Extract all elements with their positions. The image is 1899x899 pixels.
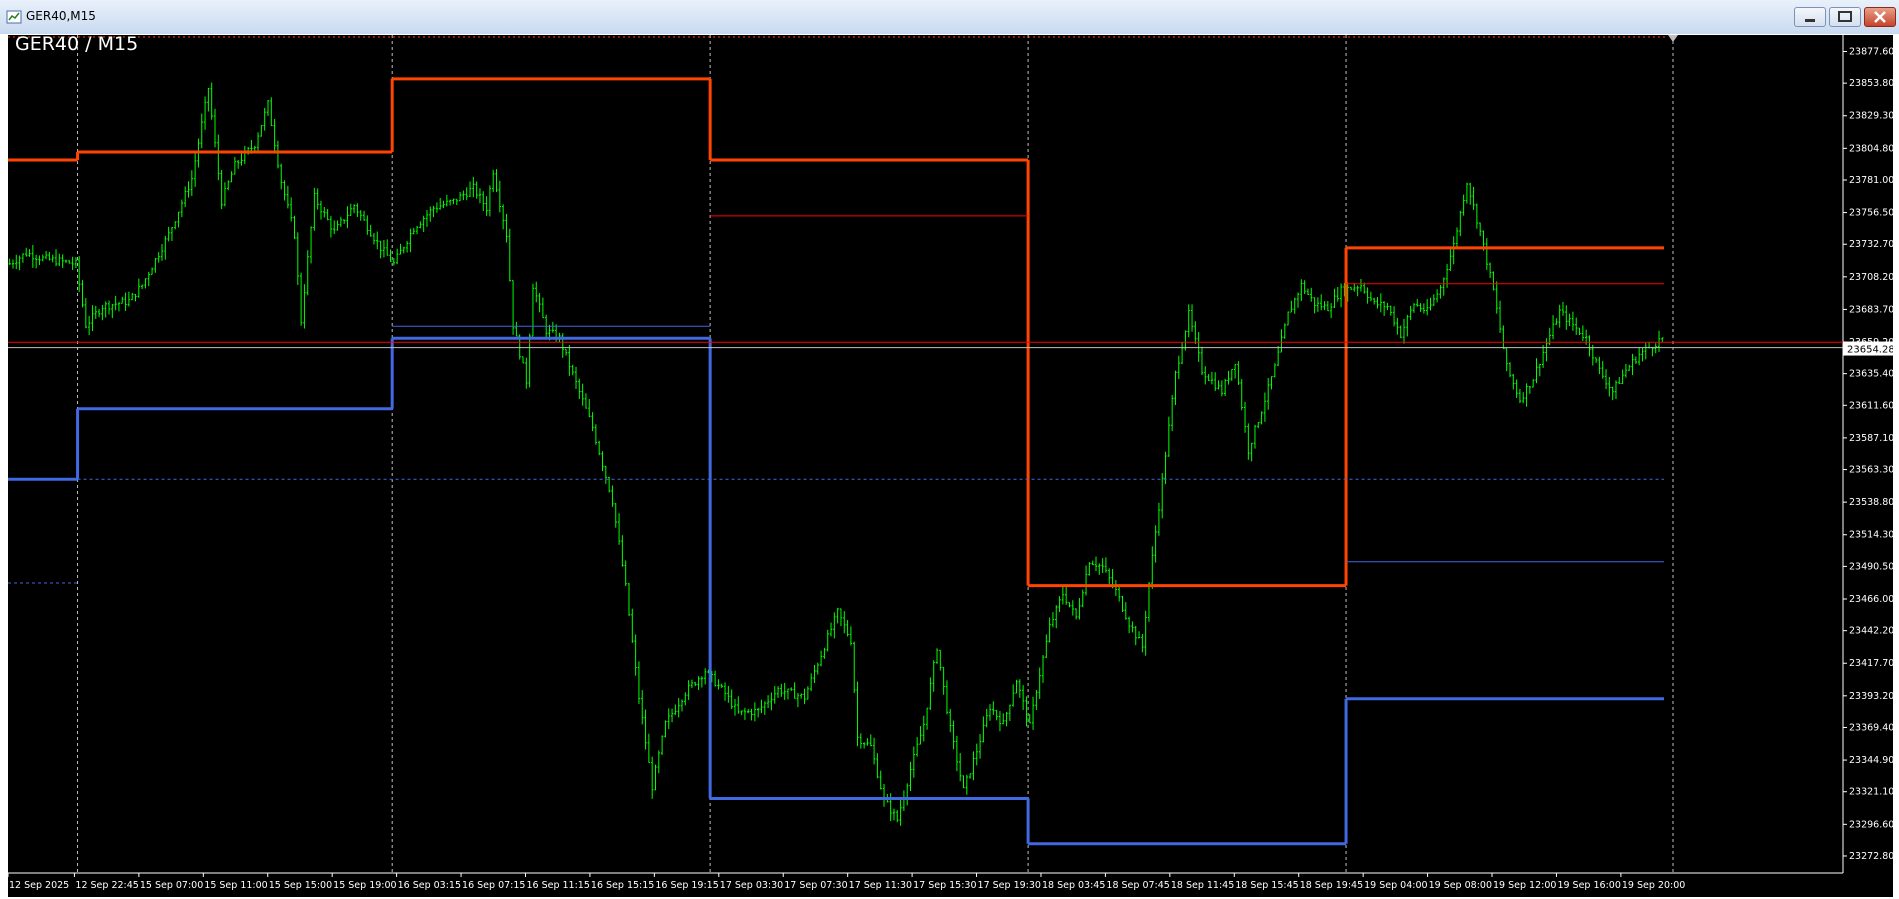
time-tick-label: 18 Sep 07:45 xyxy=(1106,880,1169,891)
price-tick-label: 23417.70 xyxy=(1849,658,1893,669)
time-tick-label: 17 Sep 03:30 xyxy=(720,880,783,891)
price-tick-label: 23877.60 xyxy=(1849,46,1893,57)
time-tick-label: 18 Sep 15:45 xyxy=(1235,880,1298,891)
maximize-button[interactable] xyxy=(1829,7,1861,27)
price-tick-label: 23587.10 xyxy=(1849,433,1893,444)
time-tick-label: 19 Sep 08:00 xyxy=(1429,880,1492,891)
price-tick-label: 23804.80 xyxy=(1849,143,1893,154)
chart-symbol-label: GER40 / M15 xyxy=(15,35,138,55)
time-tick-label: 15 Sep 11:00 xyxy=(204,880,267,891)
minimize-icon xyxy=(1805,19,1815,22)
close-icon xyxy=(1874,11,1886,23)
window-title: GER40,M15 xyxy=(26,9,96,23)
title-bar[interactable]: GER40,M15 xyxy=(0,0,1899,35)
time-tick-label: 17 Sep 07:30 xyxy=(784,880,847,891)
time-tick-label: 12 Sep 22:45 xyxy=(75,880,138,891)
price-tick-label: 23514.30 xyxy=(1849,530,1893,541)
time-tick-label: 15 Sep 07:00 xyxy=(140,880,203,891)
time-tick-label: 19 Sep 20:00 xyxy=(1622,880,1685,891)
maximize-icon xyxy=(1838,11,1852,22)
price-tick-label: 23635.40 xyxy=(1849,369,1893,380)
current-price-label: 23654.28 xyxy=(1847,345,1893,356)
price-tick-label: 23781.00 xyxy=(1849,175,1893,186)
price-tick-label: 23708.20 xyxy=(1849,272,1893,283)
time-tick-label: 19 Sep 16:00 xyxy=(1557,880,1620,891)
time-tick-label: 19 Sep 12:00 xyxy=(1493,880,1556,891)
time-tick-label: 16 Sep 15:15 xyxy=(591,880,654,891)
price-tick-label: 23829.30 xyxy=(1849,111,1893,122)
price-tick-label: 23683.70 xyxy=(1849,304,1893,315)
time-tick-label: 18 Sep 11:45 xyxy=(1171,880,1234,891)
time-tick-label: 15 Sep 19:00 xyxy=(333,880,396,891)
price-tick-label: 23563.30 xyxy=(1849,465,1893,476)
time-tick-label: 18 Sep 03:45 xyxy=(1042,880,1105,891)
minimize-button[interactable] xyxy=(1794,7,1826,27)
price-tick-label: 23344.90 xyxy=(1849,755,1893,766)
price-tick-label: 23611.60 xyxy=(1849,400,1893,411)
price-tick-label: 23272.80 xyxy=(1849,851,1893,862)
time-tick-label: 17 Sep 15:30 xyxy=(913,880,976,891)
price-tick-label: 23756.50 xyxy=(1849,208,1893,219)
time-tick-label: 16 Sep 07:15 xyxy=(462,880,525,891)
price-tick-label: 23321.10 xyxy=(1849,787,1893,798)
time-tick-label: 16 Sep 11:15 xyxy=(526,880,589,891)
time-tick-label: 19 Sep 04:00 xyxy=(1364,880,1427,891)
time-tick-label: 17 Sep 19:30 xyxy=(978,880,1041,891)
price-tick-label: 23369.40 xyxy=(1849,722,1893,733)
price-tick-label: 23466.00 xyxy=(1849,594,1893,605)
price-tick-label: 23732.70 xyxy=(1849,239,1893,250)
time-tick-label: 18 Sep 19:45 xyxy=(1300,880,1363,891)
price-tick-label: 23853.80 xyxy=(1849,78,1893,89)
chart-window-icon xyxy=(6,10,22,24)
time-tick-label: 16 Sep 03:15 xyxy=(398,880,461,891)
time-tick-label: 15 Sep 15:00 xyxy=(269,880,332,891)
price-tick-label: 23442.20 xyxy=(1849,626,1893,637)
time-tick-label: 16 Sep 19:15 xyxy=(655,880,718,891)
price-tick-label: 23490.50 xyxy=(1849,561,1893,572)
price-tick-label: 23538.80 xyxy=(1849,497,1893,508)
price-chart[interactable]: GER40 / M15 23877.60 23853.80 23829.30 23804… xyxy=(8,35,1893,897)
time-tick-label: 17 Sep 11:30 xyxy=(849,880,912,891)
price-axis-background xyxy=(1843,35,1893,873)
price-tick-label: 23296.60 xyxy=(1849,819,1893,830)
price-tick-label: 23393.20 xyxy=(1849,691,1893,702)
close-button[interactable] xyxy=(1864,7,1896,27)
time-tick-label: 12 Sep 2025 xyxy=(9,880,69,891)
